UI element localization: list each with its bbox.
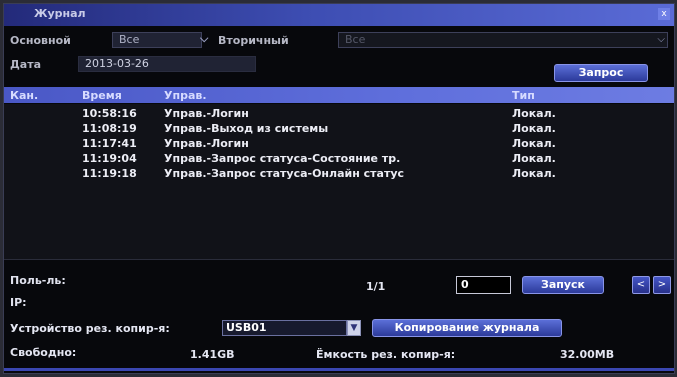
- column-time[interactable]: Время: [82, 89, 122, 102]
- main-type-label: Основной: [10, 34, 71, 47]
- ip-label: IP:: [10, 296, 27, 309]
- free-space-label: Свободно:: [10, 346, 77, 359]
- secondary-type-value: Все: [345, 33, 366, 46]
- go-button[interactable]: Запуск: [522, 276, 604, 294]
- copy-log-button[interactable]: Копирование журнала: [372, 319, 562, 337]
- backup-capacity-value: 32.00MB: [560, 348, 615, 361]
- title-bar: Журнал x: [4, 4, 674, 26]
- table-header: Кан. Время Управ. Тип: [4, 87, 674, 103]
- table-row[interactable]: 11:19:18 Управ.-Запрос статуса-Онлайн ст…: [4, 167, 674, 182]
- row-control: Управ.-Логин: [164, 137, 249, 150]
- log-window: Журнал x Основной Все ⌵ Вторичный Все ⌵ …: [4, 4, 674, 373]
- row-time: 11:19:18: [82, 167, 137, 180]
- row-type: Локал.: [512, 152, 556, 165]
- row-time: 11:19:04: [82, 152, 137, 165]
- table-row[interactable]: 11:17:41 Управ.-Логин Локал.: [4, 137, 674, 152]
- page-number-input[interactable]: 0: [456, 276, 511, 294]
- secondary-type-select[interactable]: Все ⌵: [338, 32, 668, 48]
- backup-capacity-label: Ёмкость рез. копир-я:: [316, 348, 456, 361]
- backup-device-select[interactable]: USB01: [222, 320, 347, 336]
- backup-device-label: Устройство рез. копир-я:: [10, 322, 170, 335]
- row-control: Управ.-Выход из системы: [164, 122, 329, 135]
- secondary-type-label: Вторичный: [218, 34, 289, 47]
- prev-page-icon[interactable]: <: [632, 276, 650, 294]
- row-control: Управ.-Запрос статуса-Онлайн статус: [164, 167, 405, 180]
- main-type-chevron-down-icon[interactable]: ⌵: [200, 32, 208, 46]
- row-type: Локал.: [512, 167, 556, 180]
- row-time: 11:17:41: [82, 137, 137, 150]
- row-control: Управ.-Логин: [164, 107, 249, 120]
- row-type: Локал.: [512, 137, 556, 150]
- row-type: Локал.: [512, 122, 556, 135]
- main-type-value: Все: [119, 33, 140, 46]
- column-channel[interactable]: Кан.: [10, 89, 38, 102]
- log-table: 10:58:16 Управ.-Логин Локал. 11:08:19 Уп…: [4, 104, 674, 260]
- close-icon[interactable]: x: [658, 8, 670, 20]
- user-label: Поль-ль:: [10, 274, 66, 287]
- search-button[interactable]: Запрос: [554, 64, 648, 82]
- bottom-divider: [4, 368, 674, 371]
- column-type[interactable]: Тип: [512, 89, 535, 102]
- secondary-chevron-down-icon: ⌵: [657, 34, 665, 45]
- row-time: 11:08:19: [82, 122, 137, 135]
- row-time: 10:58:16: [82, 107, 137, 120]
- column-control[interactable]: Управ.: [164, 89, 207, 102]
- main-type-select[interactable]: Все: [112, 32, 202, 48]
- date-value: 2013-03-26: [85, 57, 149, 70]
- table-row[interactable]: 10:58:16 Управ.-Логин Локал.: [4, 107, 674, 122]
- row-control: Управ.-Запрос статуса-Состояние тр.: [164, 152, 401, 165]
- date-label: Дата: [10, 58, 42, 71]
- date-input[interactable]: 2013-03-26: [78, 56, 256, 72]
- next-page-icon[interactable]: >: [653, 276, 671, 294]
- row-type: Локал.: [512, 107, 556, 120]
- table-row[interactable]: 11:08:19 Управ.-Выход из системы Локал.: [4, 122, 674, 137]
- backup-device-chevron-down-icon[interactable]: ▼: [347, 320, 361, 336]
- window-title: Журнал: [34, 7, 86, 20]
- free-space-value: 1.41GB: [190, 348, 235, 361]
- page-indicator: 1/1: [366, 280, 386, 293]
- table-row[interactable]: 11:19:04 Управ.-Запрос статуса-Состояние…: [4, 152, 674, 167]
